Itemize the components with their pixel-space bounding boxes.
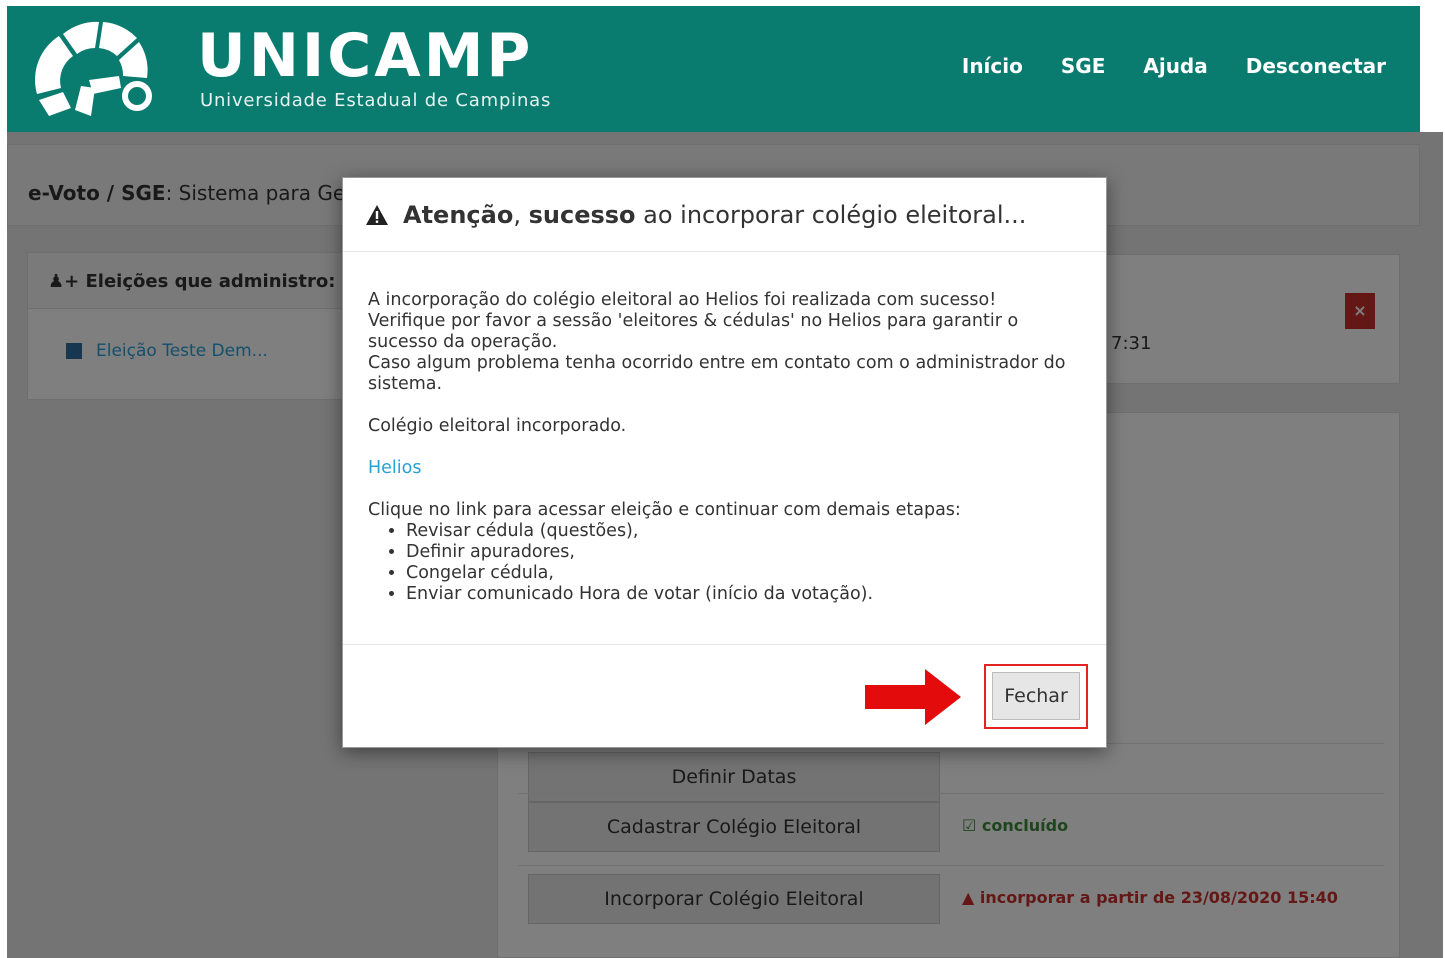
list-item: Revisar cédula (questões), <box>406 521 1081 542</box>
message-line: A incorporação do colégio eleitoral ao H… <box>368 290 997 310</box>
nav-desconectar[interactable]: Desconectar <box>1246 54 1386 78</box>
close-button[interactable]: Fechar <box>992 672 1080 720</box>
modal-footer: Fechar <box>343 644 1106 747</box>
browser-frame: UNICAMP Universidade Estadual de Campina… <box>7 6 1443 958</box>
list-item: Definir apuradores, <box>406 542 1081 563</box>
site-header: UNICAMP Universidade Estadual de Campina… <box>7 6 1420 132</box>
nav-sge[interactable]: SGE <box>1061 54 1105 78</box>
modal-title: Atenção, sucesso ao incorporar colégio e… <box>403 200 1027 229</box>
next-steps-list: Revisar cédula (questões), Definir apura… <box>406 521 1081 605</box>
nav-ajuda[interactable]: Ajuda <box>1143 54 1207 78</box>
top-nav: Início SGE Ajuda Desconectar <box>962 54 1386 78</box>
brand-name: UNICAMP <box>197 21 534 91</box>
warning-icon <box>366 204 388 225</box>
list-item: Congelar cédula, <box>406 563 1081 584</box>
nav-inicio[interactable]: Início <box>962 54 1023 78</box>
message-line: Caso algum problema tenha ocorrido entre… <box>368 353 1066 394</box>
helios-link[interactable]: Helios <box>368 458 421 478</box>
success-modal: Atenção, sucesso ao incorporar colégio e… <box>342 177 1107 748</box>
instructions-text: Clique no link para acessar eleição e co… <box>368 500 961 520</box>
message-line: Verifique por favor a sessão 'eleitores … <box>368 311 1019 352</box>
modal-header: Atenção, sucesso ao incorporar colégio e… <box>343 178 1106 252</box>
red-arrow-icon <box>865 669 961 725</box>
brand-subtitle: Universidade Estadual de Campinas <box>200 90 552 111</box>
modal-body: A incorporação do colégio eleitoral ao H… <box>343 252 1106 605</box>
unicamp-logo-icon <box>35 21 152 116</box>
highlight-box: Fechar <box>984 664 1088 729</box>
list-item: Enviar comunicado Hora de votar (início … <box>406 584 1081 605</box>
incorporated-note: Colégio eleitoral incorporado. <box>368 416 627 436</box>
